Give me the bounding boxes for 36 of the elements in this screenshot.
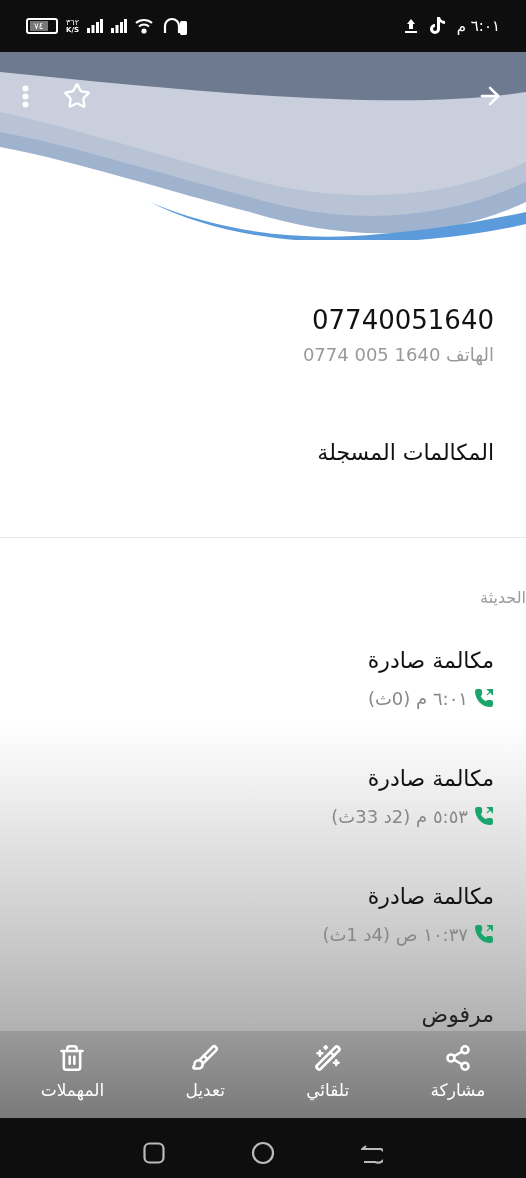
call-detail: ١٠:٣٧ ص (4د 1ث)	[322, 922, 468, 948]
upload-icon	[404, 18, 417, 34]
signal-icon	[87, 19, 104, 33]
outgoing-call-icon	[474, 688, 494, 708]
contact-number: 07740051640	[311, 304, 494, 337]
music-note-icon	[428, 17, 445, 35]
back-icon[interactable]	[361, 1142, 383, 1164]
share-button[interactable]: مشاركة	[424, 1030, 492, 1118]
share-icon	[443, 1044, 472, 1073]
more-icon	[22, 84, 29, 108]
call-log-item[interactable]: مكالمة صادرة ٥:٥٣ م (2د 33ث)	[0, 761, 494, 830]
trash-button[interactable]: المهملات	[34, 1030, 111, 1118]
status-time: ٦:٠١ م	[456, 15, 500, 37]
call-log-item[interactable]: مكالمة صادرة ٦:٠١ م (0ث)	[0, 643, 494, 712]
call-title: مرفوض	[420, 1000, 494, 1029]
call-detail: ٥:٥٣ م (2د 33ث)	[331, 804, 468, 829]
recent-apps-icon[interactable]	[143, 1142, 165, 1164]
call-title: مكالمة صادرة	[366, 882, 494, 911]
home-icon[interactable]	[251, 1141, 275, 1165]
call-title: مكالمة صادرة	[366, 646, 494, 675]
call-detail: ٦:٠١ م (0ث)	[367, 686, 468, 711]
section-title: المكالمات المسجلة	[316, 438, 494, 467]
trash-icon	[58, 1044, 87, 1073]
call-title: مكالمة صادرة	[366, 764, 494, 793]
edit-button[interactable]: تعديل	[179, 1030, 231, 1118]
battery-level: ٧٤	[30, 21, 48, 31]
headphones-icon	[163, 17, 188, 35]
group-label: الحديثة	[479, 586, 526, 609]
outgoing-call-icon	[474, 924, 494, 944]
signal-icon	[111, 19, 128, 33]
call-log-item[interactable]: مكالمة صادرة ١٠:٣٧ ص (4د 1ث)	[0, 879, 494, 948]
auto-icon	[313, 1044, 342, 1073]
edit-icon	[191, 1044, 220, 1073]
auto-button[interactable]: تلقائي	[300, 1030, 356, 1118]
network-speed: ٣٦٢	[66, 18, 79, 27]
outgoing-call-icon	[474, 806, 494, 826]
